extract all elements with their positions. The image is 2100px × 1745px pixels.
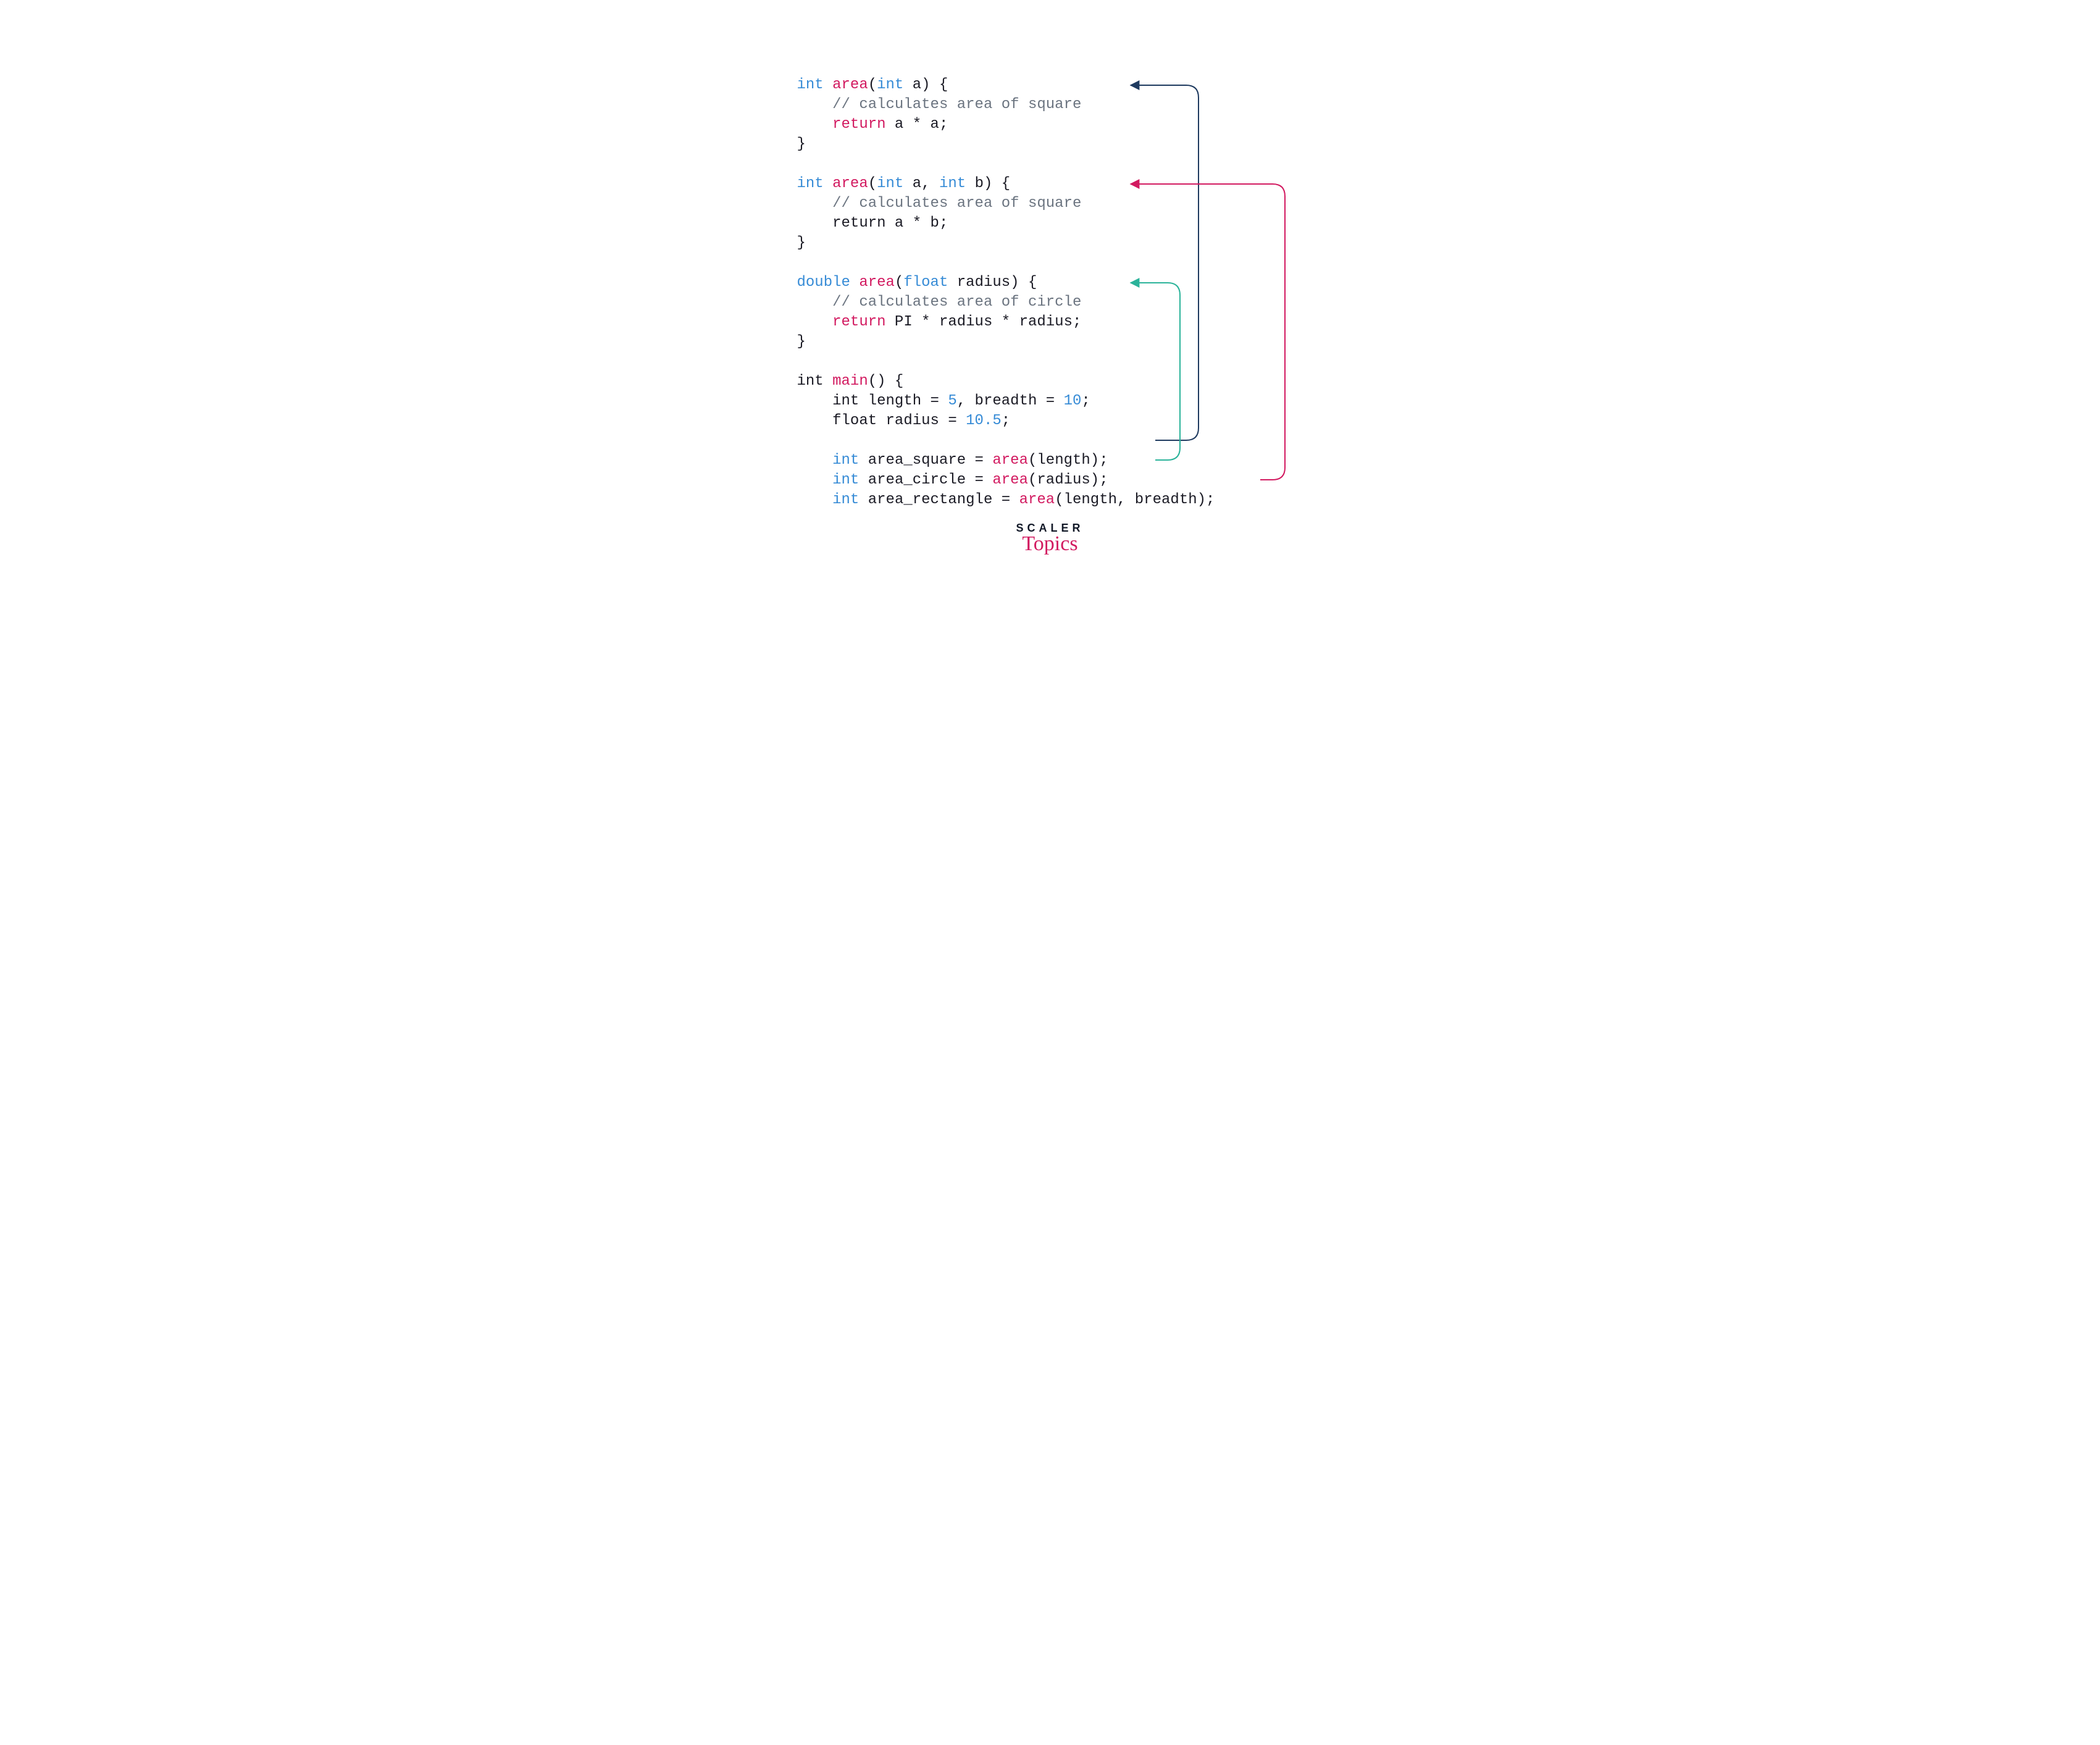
fn2-comment: // calculates area of square	[797, 195, 1082, 212]
main-call3: int area_rectangle = area(length, breadt…	[797, 492, 1215, 508]
main-line1: int main() {	[797, 373, 904, 390]
fn3-return: return PI * radius * radius;	[797, 314, 1082, 330]
logo-line2: Topics	[989, 532, 1112, 556]
fn1-line1: int area(int a) {	[797, 77, 948, 93]
code-block: int area(int a) { // calculates area of …	[797, 56, 1215, 510]
fn1-close: }	[797, 136, 806, 153]
fn2-close: }	[797, 235, 806, 251]
fn3-line1: double area(float radius) {	[797, 274, 1037, 291]
fn1-comment: // calculates area of square	[797, 96, 1082, 113]
main-decl1: int length = 5, breadth = 10;	[797, 393, 1090, 409]
fn2-line1: int area(int a, int b) {	[797, 175, 1011, 192]
fn1-return: return a * a;	[797, 116, 948, 133]
fn2-return: return a * b;	[797, 215, 948, 232]
main-call1: int area_square = area(length);	[797, 452, 1108, 469]
fn3-close: }	[797, 333, 806, 350]
main-call2: int area_circle = area(radius);	[797, 472, 1108, 488]
main-decl2: float radius = 10.5;	[797, 412, 1011, 429]
diagram-canvas: int area(int a) { // calculates area of …	[680, 0, 1421, 616]
scaler-logo: SCALER Topics	[989, 522, 1112, 556]
fn3-comment: // calculates area of circle	[797, 294, 1082, 311]
